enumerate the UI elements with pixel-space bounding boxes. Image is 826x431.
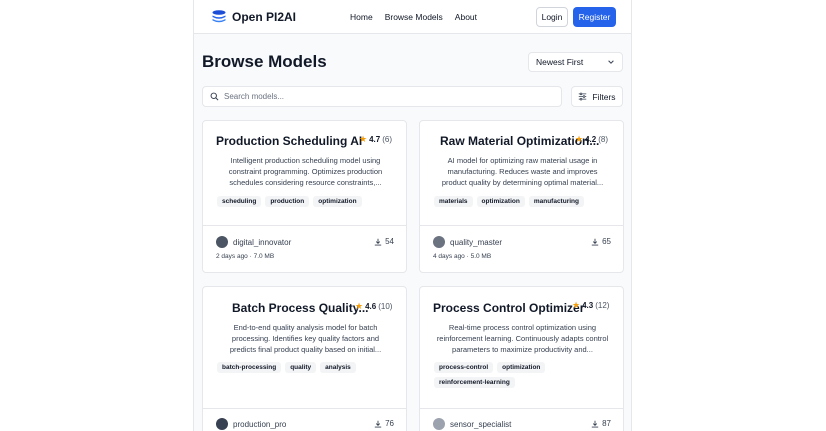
avatar: [216, 418, 228, 430]
model-rating: ★ 4.6 (10): [355, 301, 393, 311]
model-description: Intelligent production scheduling model …: [228, 156, 383, 187]
search-input[interactable]: [224, 92, 544, 101]
download-icon: [374, 420, 382, 427]
page: Open PI2AI Home Browse Models About Logi…: [193, 0, 632, 431]
search-icon: [210, 92, 219, 101]
star-icon: ★: [575, 134, 584, 144]
app-name: Open PI2AI: [232, 10, 297, 24]
model-card[interactable]: Raw Material Optimization... ★ 4.2 (8) A…: [419, 120, 624, 273]
register-button[interactable]: Register: [573, 7, 616, 27]
page-title: Browse Models: [202, 52, 327, 71]
main-nav: Home Browse Models About: [350, 12, 477, 22]
model-rating: ★ 4.2 (8): [575, 134, 608, 144]
tag[interactable]: materials: [434, 196, 473, 207]
nav-browse-models[interactable]: Browse Models: [385, 12, 443, 22]
avatar: [433, 236, 445, 248]
login-button[interactable]: Login: [536, 7, 568, 27]
chevron-down-icon: [608, 60, 614, 64]
model-card[interactable]: Process Control Optimizer ★ 4.3 (12) Rea…: [419, 286, 624, 431]
model-description: AI model for optimizing raw material usa…: [441, 156, 604, 187]
nav-about[interactable]: About: [455, 12, 477, 22]
download-count: 54: [374, 237, 394, 246]
tag[interactable]: analysis: [320, 362, 356, 373]
model-author[interactable]: production_pro: [216, 418, 286, 430]
model-tags: scheduling production optimization: [217, 196, 397, 207]
model-tags: materials optimization manufacturing: [434, 196, 614, 207]
tag[interactable]: production: [265, 196, 310, 207]
search-box[interactable]: [202, 86, 562, 107]
tag[interactable]: batch-processing: [217, 362, 282, 373]
tag[interactable]: process-control: [434, 362, 494, 373]
tag[interactable]: optimization: [476, 196, 525, 207]
download-count: 87: [591, 419, 611, 428]
nav-home[interactable]: Home: [350, 12, 373, 22]
card-footer: digital_innovator 54 2 days ago · 7.0 MB: [203, 225, 406, 272]
download-count: 76: [374, 419, 394, 428]
model-rating: ★ 4.3 (12): [572, 300, 610, 310]
filters-button[interactable]: Filters: [571, 86, 623, 107]
model-meta: 4 days ago · 5.0 MB: [433, 253, 492, 260]
card-footer: sensor_specialist 87: [420, 408, 623, 431]
model-meta: 2 days ago · 7.0 MB: [216, 253, 275, 260]
download-icon: [591, 420, 599, 427]
avatar: [433, 418, 445, 430]
model-author[interactable]: quality_master: [433, 236, 502, 248]
model-author[interactable]: sensor_specialist: [433, 418, 511, 430]
model-title[interactable]: Process Control Optimizer: [433, 301, 584, 315]
star-icon: ★: [355, 301, 364, 311]
sort-select[interactable]: Newest First: [528, 52, 623, 72]
model-card[interactable]: Production Scheduling AI ★ 4.7 (6) Intel…: [202, 120, 407, 273]
card-footer: quality_master 65 4 days ago · 5.0 MB: [420, 225, 623, 272]
download-icon: [374, 238, 382, 245]
star-icon: ★: [572, 300, 581, 310]
model-tags: process-control optimization reinforceme…: [434, 362, 584, 388]
tag[interactable]: reinforcement-learning: [434, 377, 515, 388]
sort-selected-value: Newest First: [536, 57, 584, 67]
model-author[interactable]: digital_innovator: [216, 236, 291, 248]
model-description: Real-time process control optimization u…: [436, 323, 609, 354]
filters-label: Filters: [592, 91, 616, 102]
download-count: 65: [591, 237, 611, 246]
download-icon: [591, 238, 599, 245]
filter-sliders-icon: [579, 92, 587, 101]
model-card[interactable]: Batch Process Quality... ★ 4.6 (10) End-…: [202, 286, 407, 431]
avatar: [216, 236, 228, 248]
tag[interactable]: optimization: [313, 196, 362, 207]
tag[interactable]: manufacturing: [528, 196, 584, 207]
model-title[interactable]: Production Scheduling AI: [216, 134, 362, 148]
star-icon: ★: [359, 134, 368, 144]
model-description: End-to-end quality analysis model for ba…: [229, 323, 382, 354]
tag[interactable]: optimization: [497, 362, 546, 373]
header: Open PI2AI Home Browse Models About Logi…: [194, 0, 631, 34]
database-logo-icon: [212, 10, 226, 23]
tag[interactable]: scheduling: [217, 196, 262, 207]
card-footer: production_pro 76: [203, 408, 406, 431]
model-rating: ★ 4.7 (6): [359, 134, 392, 144]
logo[interactable]: Open PI2AI: [211, 9, 296, 25]
tag[interactable]: quality: [285, 362, 317, 373]
model-tags: batch-processing quality analysis: [217, 362, 397, 373]
model-title[interactable]: Batch Process Quality...: [232, 301, 369, 315]
